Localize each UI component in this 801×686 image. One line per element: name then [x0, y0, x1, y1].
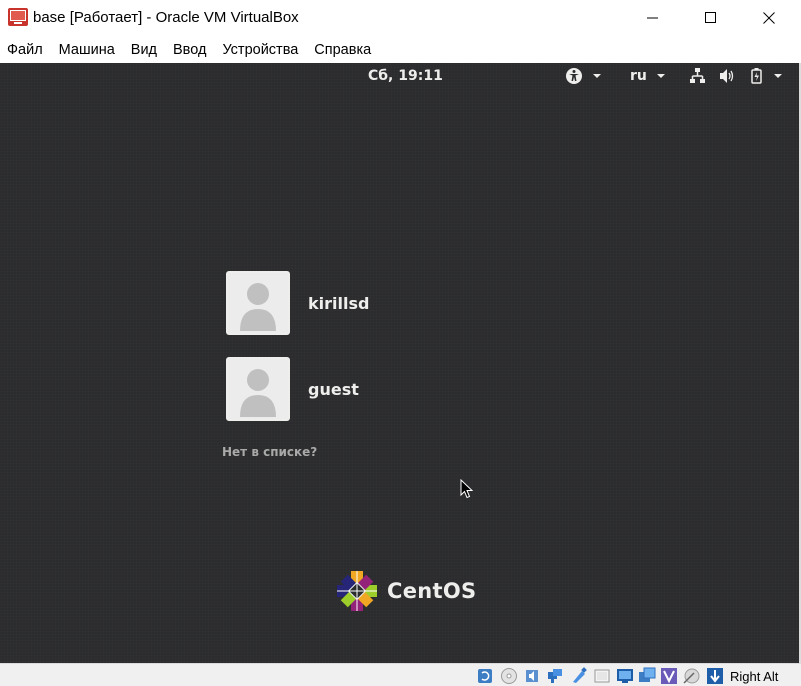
centos-logo-icon	[337, 571, 377, 611]
display-icon[interactable]	[616, 667, 634, 685]
optical-disk-icon[interactable]	[500, 667, 518, 685]
maximize-icon	[705, 12, 716, 23]
user-icon	[228, 359, 288, 419]
network-adapter-icon[interactable]	[546, 667, 564, 685]
user-name: kirillsd	[308, 293, 370, 313]
menu-file[interactable]: Файл	[7, 42, 43, 58]
menu-devices[interactable]: Устройства	[222, 42, 298, 58]
minimize-icon	[647, 17, 658, 19]
gnome-clock[interactable]: Сб, 19:11	[368, 68, 443, 84]
menu-view[interactable]: Вид	[131, 42, 157, 58]
mouse-cursor-icon	[460, 479, 474, 499]
network-icon	[690, 68, 705, 83]
minimize-button[interactable]	[624, 0, 682, 36]
hard-disk-icon[interactable]	[476, 667, 494, 685]
virtualbox-app-icon	[8, 8, 28, 26]
centos-logo-text: CentOS	[387, 579, 477, 603]
chevron-down-icon	[656, 74, 665, 78]
accessibility-icon	[566, 68, 601, 84]
host-key-label[interactable]: Right Alt	[730, 669, 778, 684]
menu-bar: Файл Машина Вид Ввод Устройства Справка	[0, 38, 801, 62]
close-icon	[763, 12, 775, 24]
avatar	[226, 271, 290, 335]
avatar	[226, 357, 290, 421]
not-listed-link[interactable]: Нет в списке?	[222, 445, 317, 459]
user-icon	[228, 273, 288, 333]
user-name: guest	[308, 379, 359, 399]
chevron-down-icon	[774, 74, 782, 78]
mouse-integration-icon[interactable]	[682, 667, 700, 685]
shared-folders-icon[interactable]	[593, 667, 611, 685]
menu-machine[interactable]: Машина	[59, 42, 115, 58]
video-capture-icon[interactable]	[638, 667, 656, 685]
usb-icon[interactable]	[570, 667, 588, 685]
user-list-item[interactable]: guest	[226, 357, 359, 421]
battery-icon	[751, 68, 762, 84]
virtualization-icon[interactable]	[660, 667, 678, 685]
maximize-button[interactable]	[682, 0, 740, 36]
system-menu[interactable]	[690, 67, 790, 85]
keyboard-capture-icon[interactable]	[706, 667, 724, 685]
menu-help[interactable]: Справка	[314, 42, 371, 58]
window-title: base [Работает] - Oracle VM VirtualBox	[33, 9, 299, 26]
accessibility-menu[interactable]	[565, 67, 603, 85]
user-list-item[interactable]: kirillsd	[226, 271, 369, 335]
vm-display[interactable]: Сб, 19:11 ru kirillsd guest Нет в списке…	[0, 63, 799, 663]
window-titlebar[interactable]: base [Работает] - Oracle VM VirtualBox	[0, 0, 801, 36]
volume-icon	[720, 69, 734, 83]
close-button[interactable]	[740, 0, 798, 36]
menu-input[interactable]: Ввод	[173, 42, 206, 58]
status-bar: Right Alt	[0, 663, 801, 686]
language-label: ru	[630, 68, 647, 84]
audio-icon[interactable]	[524, 667, 542, 685]
language-menu[interactable]: ru	[630, 67, 671, 85]
